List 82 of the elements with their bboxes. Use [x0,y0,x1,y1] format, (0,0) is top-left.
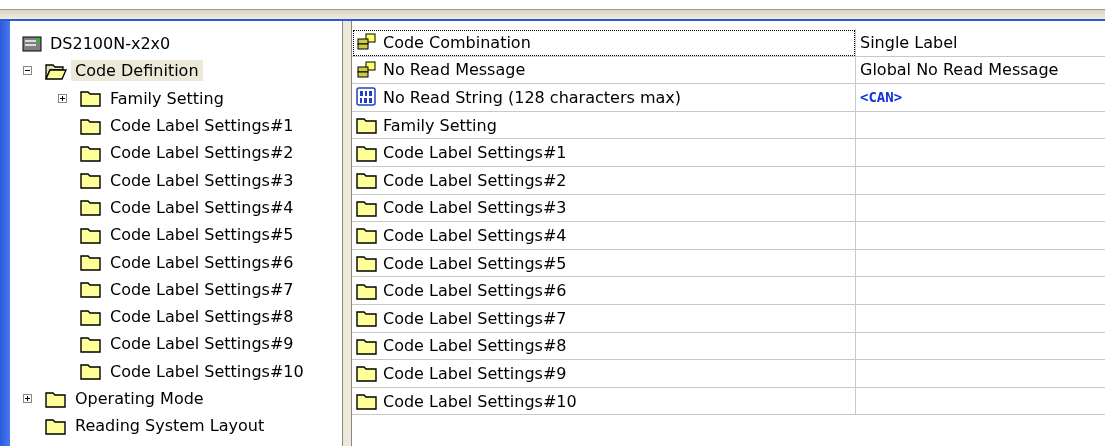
binary-icon [356,87,378,108]
property-cell[interactable]: Code Label Settings#5 [352,249,856,278]
folder-icon [45,416,67,435]
folder-icon [80,253,102,271]
property-name: Family Setting [383,115,497,135]
tree-item[interactable]: Code Label Settings#10 [106,360,308,382]
folder-icon [80,89,102,108]
tree-item[interactable]: Code Label Settings#1 [106,115,298,137]
value-cell[interactable]: Single Label [856,29,1105,57]
folder-icon [356,226,378,245]
property-name: Code Label Settings#4 [383,225,567,245]
folder-icon [80,334,102,353]
folder-icon [356,336,378,355]
folder-icon [356,198,378,217]
open-folder-icon [45,61,67,80]
value-text: Global No Read Message [860,60,1059,80]
property-cell[interactable]: Code Label Settings#8 [352,332,856,361]
property-name: Code Label Settings#6 [383,281,567,301]
folder-icon [356,392,378,410]
property-name: Code Label Settings#9 [383,363,567,383]
property-cell[interactable]: Code Label Settings#3 [352,194,856,223]
property-name: Code Combination [383,32,531,52]
tree-item[interactable]: Code Label Settings#3 [106,169,298,191]
property-name: Code Label Settings#7 [383,308,567,328]
folder-icon [356,171,378,190]
folder-icon [356,116,378,135]
folder-icon [45,389,67,408]
property-name: No Read String (128 characters max) [383,88,681,107]
folder-icon [80,280,102,299]
expand-icon[interactable] [58,93,67,103]
collapse-icon[interactable] [23,66,32,76]
tree-item[interactable]: DS2100N-x2x0 [46,33,175,55]
folder-icon [356,143,378,162]
tree-item[interactable]: Operating Mode [71,388,208,409]
value-cell[interactable]: <CAN> [856,84,1105,112]
option-icon [356,60,378,79]
property-cell[interactable]: Family Setting [352,111,856,140]
folder-icon [80,198,102,217]
tree-item[interactable]: Code Label Settings#4 [106,196,298,218]
value-text: Single Label [860,32,958,52]
folder-icon [80,143,102,162]
device-icon [22,35,42,52]
folder-icon [80,362,102,381]
property-cell[interactable]: No Read Message [352,56,856,85]
property-cell[interactable]: No Read String (128 characters max) [352,84,856,112]
tree-item[interactable]: Family Setting [106,87,228,109]
folder-icon [80,116,102,135]
property-name: Code Label Settings#3 [383,198,567,218]
property-cell[interactable]: Code Label Settings#7 [352,304,856,333]
option-icon [356,33,378,52]
property-cell[interactable]: Code Label Settings#6 [352,277,856,305]
property-cell[interactable]: Code Label Settings#4 [352,222,856,250]
property-name: Code Label Settings#8 [383,336,567,356]
value-cell[interactable]: Global No Read Message [856,56,1105,85]
property-name: Code Label Settings#10 [383,391,577,411]
value-text: <CAN> [860,89,903,106]
property-cell[interactable]: Code Label Settings#1 [352,139,856,167]
tree-item[interactable]: Reading System Layout [71,415,269,437]
folder-icon [356,309,378,328]
folder-icon [80,225,102,244]
property-name: Code Label Settings#5 [383,253,567,273]
property-cell[interactable]: Code Label Settings#9 [352,360,856,388]
tree-item[interactable]: Code Label Settings#9 [106,333,298,355]
tree-item[interactable]: Code Label Settings#2 [106,142,298,164]
folder-icon [356,364,378,383]
property-cell[interactable]: Code Label Settings#2 [352,166,856,195]
tree-item[interactable]: Code Label Settings#6 [106,251,298,273]
property-name: No Read Message [383,60,526,80]
tree-item[interactable]: Code Label Settings#7 [106,278,298,300]
folder-icon [80,171,102,190]
splitter-bar[interactable] [343,21,352,446]
property-cell[interactable]: Code Combination [352,29,856,57]
folder-icon [356,254,378,273]
property-name: Code Label Settings#2 [383,170,567,190]
property-name: Code Label Settings#1 [383,143,567,163]
folder-icon [80,307,102,326]
tree-item[interactable]: Code Label Settings#8 [106,306,298,328]
tree-item[interactable]: Code Label Settings#5 [106,224,298,246]
folder-icon [356,281,378,300]
expand-icon[interactable] [23,394,32,403]
property-cell[interactable]: Code Label Settings#10 [352,387,856,416]
tree-item[interactable]: Code Definition [71,60,203,82]
